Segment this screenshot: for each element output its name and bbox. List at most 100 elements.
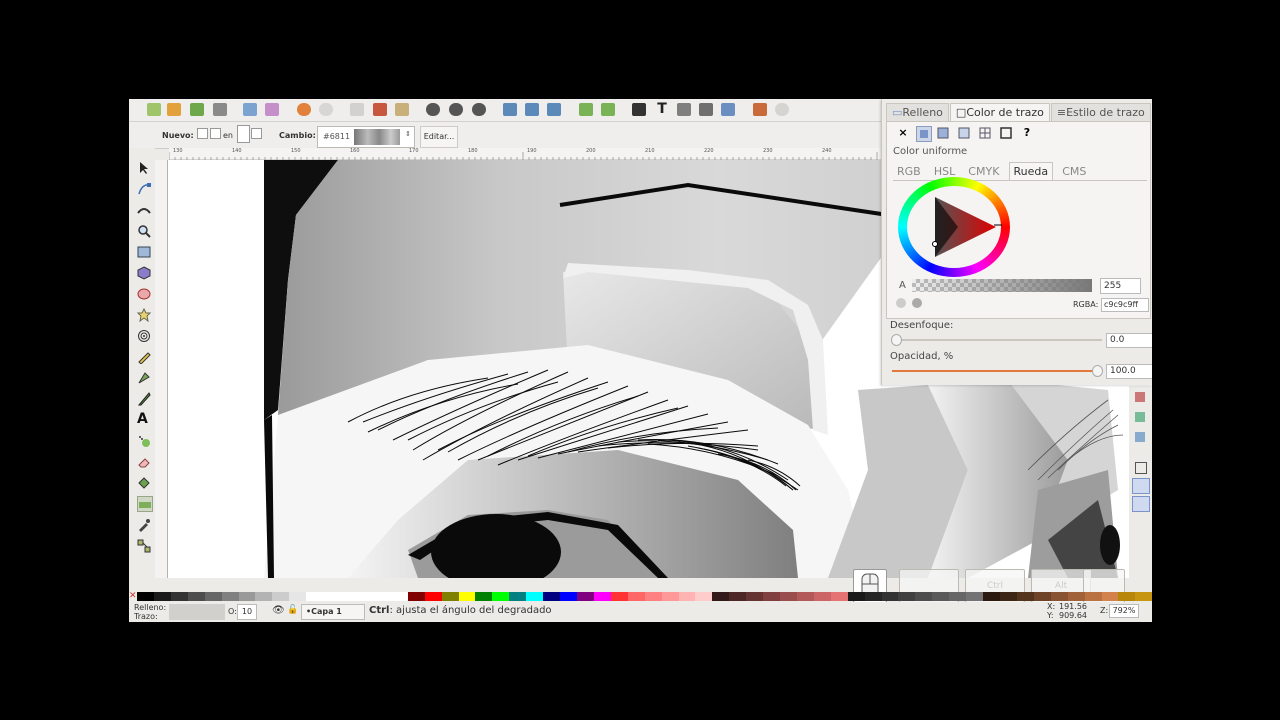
palette-swatch[interactable] xyxy=(830,592,848,601)
palette-swatch[interactable] xyxy=(1000,592,1017,601)
tab-wheel[interactable]: Rueda xyxy=(1008,162,1054,180)
ellipse-tool-icon[interactable] xyxy=(137,286,151,300)
palette-swatch[interactable] xyxy=(1016,592,1034,601)
blur-slider[interactable] xyxy=(892,339,1102,341)
palette-swatch[interactable] xyxy=(187,592,205,601)
palette-swatch[interactable] xyxy=(204,592,222,601)
palette-swatch[interactable] xyxy=(475,592,493,601)
preferences-icon[interactable] xyxy=(753,103,767,116)
no-paint-button[interactable]: × xyxy=(896,126,910,140)
palette-swatch[interactable] xyxy=(373,592,391,601)
palette-swatch[interactable] xyxy=(441,592,459,601)
palette-swatch[interactable] xyxy=(543,592,561,601)
rectangle-tool-icon[interactable] xyxy=(137,244,151,258)
text-tool-icon[interactable]: A xyxy=(137,412,151,426)
zoom-tool-icon[interactable] xyxy=(137,223,151,238)
text-dialog-icon[interactable]: T xyxy=(655,102,669,116)
palette-swatch[interactable] xyxy=(966,592,984,601)
palette-swatch[interactable] xyxy=(272,592,290,601)
ungroup-icon[interactable] xyxy=(601,103,615,116)
align-distribute-icon[interactable] xyxy=(721,103,735,116)
palette-swatch[interactable] xyxy=(627,592,645,601)
palette-swatch[interactable] xyxy=(678,592,696,601)
xml-editor-icon[interactable] xyxy=(699,103,713,116)
palette-swatch[interactable] xyxy=(780,592,797,601)
alpha-field[interactable]: 255 xyxy=(1100,278,1141,294)
flat-color-button[interactable] xyxy=(916,126,932,142)
swatch-button[interactable] xyxy=(999,126,1013,140)
unlink-clone-icon[interactable] xyxy=(547,103,561,116)
palette-swatch[interactable] xyxy=(813,592,831,601)
layer-visibility-icon[interactable]: 👁 xyxy=(272,605,285,616)
fill-stroke-indicator[interactable] xyxy=(169,604,225,620)
tab-fill[interactable]: ▭Relleno xyxy=(886,103,949,121)
palette-swatch[interactable] xyxy=(526,592,544,601)
layer-select[interactable]: •Capa 1 xyxy=(301,604,365,620)
palette-swatch[interactable] xyxy=(1135,592,1152,601)
linear-gradient-button[interactable] xyxy=(936,126,950,140)
palette-swatch[interactable] xyxy=(695,592,713,601)
palette-swatch[interactable] xyxy=(763,592,781,601)
palette-swatch[interactable] xyxy=(610,592,628,601)
palette-swatch[interactable] xyxy=(137,592,154,601)
bucket-tool-icon[interactable] xyxy=(137,475,151,489)
palette-swatch[interactable] xyxy=(847,592,865,601)
palette-swatch[interactable] xyxy=(509,592,527,601)
radial-gradient-button[interactable] xyxy=(957,126,971,140)
palette-swatch[interactable] xyxy=(593,592,611,601)
snap-page-icon[interactable] xyxy=(1135,462,1147,474)
palette-swatch[interactable] xyxy=(1050,592,1068,601)
gradient-tool-icon[interactable] xyxy=(137,496,153,512)
color-wheel[interactable] xyxy=(898,177,1010,277)
star-tool-icon[interactable] xyxy=(136,307,152,323)
palette-swatch[interactable] xyxy=(170,592,188,601)
radial-gradient-toggle[interactable] xyxy=(210,128,221,139)
save-icon[interactable] xyxy=(190,103,204,116)
palette-swatch[interactable] xyxy=(255,592,273,601)
sv-triangle[interactable] xyxy=(898,177,1010,277)
palette-swatch[interactable] xyxy=(898,592,916,601)
palette-swatch[interactable] xyxy=(289,592,307,601)
palette-swatch[interactable] xyxy=(390,592,408,601)
zoom-selection-icon[interactable] xyxy=(426,103,440,116)
fill-target-toggle[interactable] xyxy=(237,125,250,143)
palette-swatch[interactable] xyxy=(881,592,899,601)
palette-swatch[interactable] xyxy=(492,592,510,601)
palette-swatch[interactable] xyxy=(458,592,476,601)
opacity-slider[interactable] xyxy=(892,370,1102,372)
group-icon[interactable] xyxy=(579,103,593,116)
snap-bbox-icon[interactable] xyxy=(1135,432,1145,442)
new-document-icon[interactable] xyxy=(147,103,161,116)
export-icon[interactable] xyxy=(265,103,279,116)
redo-icon[interactable] xyxy=(319,103,333,116)
palette-swatch[interactable] xyxy=(323,592,341,601)
connector-tool-icon[interactable] xyxy=(137,538,151,553)
fill-stroke-dialog-icon[interactable] xyxy=(632,103,646,116)
palette-swatch[interactable] xyxy=(661,592,679,601)
spray-tool-icon[interactable] xyxy=(137,433,151,447)
open-icon[interactable] xyxy=(167,103,181,116)
palette-swatch[interactable] xyxy=(424,592,442,601)
palette-swatch[interactable] xyxy=(746,592,764,601)
color-palette[interactable] xyxy=(137,592,1152,601)
palette-swatch[interactable] xyxy=(576,592,594,601)
palette-swatch[interactable] xyxy=(983,592,1001,601)
calligraphy-tool-icon[interactable] xyxy=(137,391,151,406)
pencil-tool-icon[interactable] xyxy=(137,349,151,365)
palette-swatch[interactable] xyxy=(1084,592,1102,601)
eraser-tool-icon[interactable] xyxy=(137,454,151,468)
cut-icon[interactable] xyxy=(373,103,387,116)
3d-box-tool-icon[interactable] xyxy=(137,265,151,280)
palette-swatch[interactable] xyxy=(949,592,967,601)
pattern-button[interactable] xyxy=(978,126,992,140)
no-paint-swatch-icon[interactable]: ✕ xyxy=(129,592,137,601)
tab-stroke-style[interactable]: ≡Estilo de trazo xyxy=(1050,103,1151,121)
duplicate-icon[interactable] xyxy=(503,103,517,116)
snap-guide-icon[interactable] xyxy=(1132,496,1150,512)
import-icon[interactable] xyxy=(243,103,257,116)
layers-dialog-icon[interactable] xyxy=(677,103,691,116)
pen-tool-icon[interactable] xyxy=(137,370,151,384)
clone-icon[interactable] xyxy=(525,103,539,116)
selector-tool-icon[interactable] xyxy=(137,160,151,174)
status-opacity-field[interactable]: 10 xyxy=(237,604,257,620)
